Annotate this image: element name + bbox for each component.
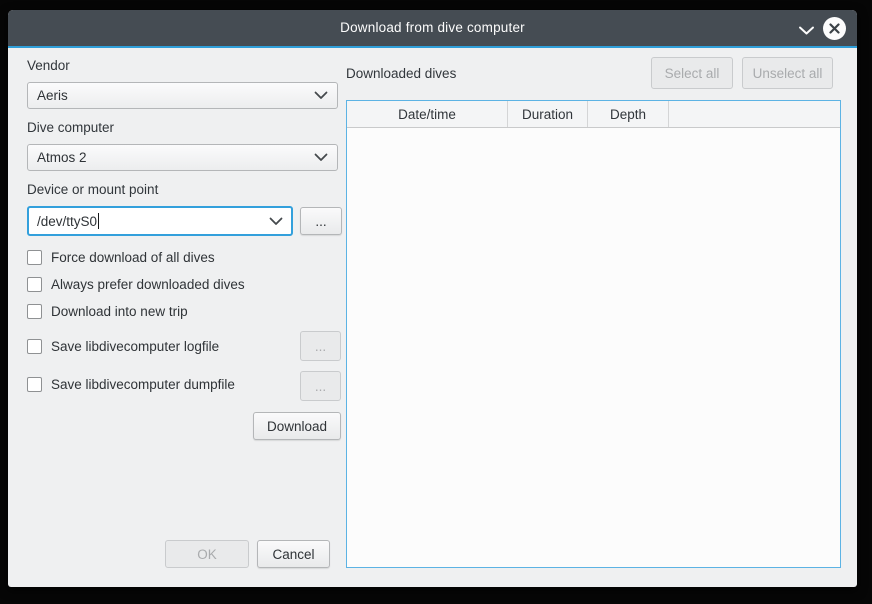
close-icon [829,23,840,34]
force-download-checkbox[interactable] [27,250,42,265]
save-dumpfile-checkbox[interactable] [27,377,42,392]
select-all-button[interactable]: Select all [651,57,733,89]
save-dumpfile-row: Save libdivecomputer dumpfile [27,375,235,393]
download-dialog: Download from dive computer Vendor Aeris… [8,10,857,587]
text-caret [98,213,99,229]
downloaded-dives-table[interactable]: Date/time Duration Depth [346,100,841,568]
table-header: Date/time Duration Depth [347,101,840,128]
close-button[interactable] [823,17,846,40]
chevron-down-icon [314,91,328,100]
force-download-label: Force download of all dives [51,250,215,265]
titlebar[interactable]: Download from dive computer [8,10,857,48]
chevron-down-icon [798,25,815,36]
download-button[interactable]: Download [253,412,341,440]
downloaded-dives-label: Downloaded dives [346,66,456,81]
window-title: Download from dive computer [8,10,857,46]
vendor-label: Vendor [27,58,70,73]
device-label: Device or mount point [27,182,158,197]
ok-button[interactable]: OK [165,540,249,568]
prefer-downloaded-label: Always prefer downloaded dives [51,277,245,292]
dumpfile-browse-button[interactable]: ... [300,371,341,401]
shade-button[interactable] [798,23,815,34]
save-dumpfile-label: Save libdivecomputer dumpfile [51,377,235,392]
logfile-browse-button[interactable]: ... [300,331,341,361]
dive-computer-select[interactable]: Atmos 2 [27,144,338,171]
vendor-select[interactable]: Aeris [27,82,338,109]
new-trip-row: Download into new trip [27,302,188,320]
cancel-button[interactable]: Cancel [257,540,330,568]
column-header-datetime[interactable]: Date/time [347,101,508,127]
force-download-row: Force download of all dives [27,248,215,266]
device-combobox[interactable]: /dev/ttyS0 [27,206,293,236]
vendor-value: Aeris [37,88,68,103]
save-logfile-label: Save libdivecomputer logfile [51,339,219,354]
dive-computer-value: Atmos 2 [37,150,87,165]
new-trip-checkbox[interactable] [27,304,42,319]
column-header-duration[interactable]: Duration [508,101,588,127]
new-trip-label: Download into new trip [51,304,188,319]
prefer-downloaded-checkbox[interactable] [27,277,42,292]
column-header-empty[interactable] [669,101,840,127]
chevron-down-icon [314,153,328,162]
save-logfile-checkbox[interactable] [27,339,42,354]
save-logfile-row: Save libdivecomputer logfile [27,337,219,355]
dive-computer-label: Dive computer [27,120,114,135]
device-browse-button[interactable]: ... [300,207,342,235]
column-header-depth[interactable]: Depth [588,101,669,127]
chevron-down-icon [269,217,283,226]
unselect-all-button[interactable]: Unselect all [742,57,833,89]
prefer-downloaded-row: Always prefer downloaded dives [27,275,245,293]
device-value: /dev/ttyS0 [37,214,97,229]
table-body[interactable] [347,128,840,567]
